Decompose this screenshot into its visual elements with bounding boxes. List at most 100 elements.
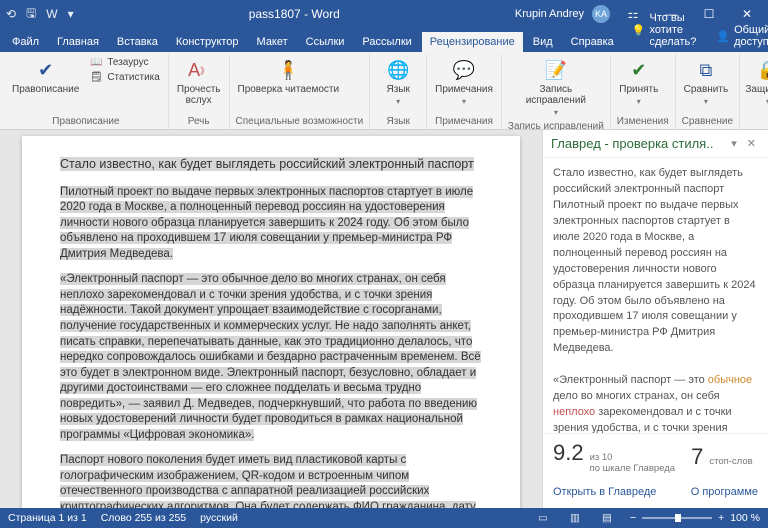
stats-icon: 🗒 <box>89 72 103 83</box>
track-changes-icon: 📝 <box>542 58 570 82</box>
autosave-icon[interactable]: ⟲ <box>6 7 16 21</box>
comment-icon: 💬 <box>450 58 478 82</box>
paragraph-1: Пилотный проект по выдаче первых электро… <box>60 185 482 263</box>
accept-button[interactable]: ✔ Принять <box>617 56 661 108</box>
compare-label: Сравнить <box>684 84 729 95</box>
tab-mailings[interactable]: Рассылки <box>354 32 419 52</box>
track-changes-button[interactable]: 📝 Запись исправлений <box>508 56 604 119</box>
tab-design[interactable]: Конструктор <box>168 32 247 52</box>
lightbulb-icon: 💡 <box>632 24 646 37</box>
group-language-label: Язык <box>376 114 420 129</box>
document-area[interactable]: Стало известно, как будет выглядеть росс… <box>0 130 542 508</box>
zoom-in-button[interactable]: + <box>718 512 724 524</box>
avatar[interactable]: KA <box>592 5 610 23</box>
tab-references[interactable]: Ссылки <box>298 32 353 52</box>
paragraph-3: Паспорт нового поколения будет иметь вид… <box>60 453 482 508</box>
view-print-icon[interactable]: ▥ <box>566 512 584 524</box>
view-read-icon[interactable]: ▭ <box>534 512 552 524</box>
share-icon: 👤 <box>716 30 730 43</box>
ribbon: ✔ Правописание 📖 Тезаурус 🗒Статистика Пра… <box>0 52 768 130</box>
pane-score: 9.2 из 10по шкале Главреда 7 стоп-слов <box>543 433 768 480</box>
accept-label: Принять <box>619 84 658 95</box>
group-proofing-label: Правописание <box>10 114 162 129</box>
group-speech: A》 Прочесть вслух Речь <box>169 54 230 129</box>
status-language[interactable]: русский <box>200 512 238 524</box>
accept-icon: ✔ <box>625 58 653 82</box>
accessibility-button[interactable]: 🧍 Проверка читаемости <box>236 56 342 97</box>
pane-text-2a: «Электронный паспорт — это <box>553 374 708 386</box>
status-words[interactable]: Слово 255 из 255 <box>101 512 186 524</box>
language-button[interactable]: 🌐 Язык <box>376 56 420 108</box>
qat-more-icon[interactable]: ▾ <box>68 7 74 21</box>
score-max: из 10 <box>590 452 613 463</box>
protect-button[interactable]: 🔒 Защитить <box>746 56 768 108</box>
group-comments-label: Примечания <box>433 114 495 129</box>
about-link[interactable]: О программе <box>691 486 758 498</box>
page[interactable]: Стало известно, как будет выглядеть росс… <box>22 136 520 508</box>
zoom-value[interactable]: 100 % <box>730 512 760 524</box>
spellcheck-label: Правописание <box>12 84 79 95</box>
comments-button[interactable]: 💬 Примечания <box>433 56 495 108</box>
track-changes-label: Запись исправлений <box>510 84 602 106</box>
zoom-slider[interactable] <box>642 517 712 519</box>
accessibility-label: Проверка читаемости <box>238 84 340 95</box>
tab-review[interactable]: Рецензирование <box>422 32 523 52</box>
compare-button[interactable]: ⧉ Сравнить <box>682 56 731 108</box>
stopwords-label: стоп-слов <box>709 457 752 467</box>
group-tracking: 📝 Запись исправлений Запись исправлений <box>502 54 611 129</box>
view-web-icon[interactable]: ▤ <box>598 512 616 524</box>
read-aloud-label: Прочесть вслух <box>177 84 221 106</box>
group-proofing: ✔ Правописание 📖 Тезаурус 🗒Статистика Пра… <box>4 54 169 129</box>
group-changes-label: Изменения <box>617 114 669 129</box>
user-name[interactable]: Krupin Andrey <box>515 8 584 20</box>
word-count-button[interactable]: 🗒Статистика <box>87 71 162 84</box>
group-accessibility-label: Специальные возможности <box>236 114 364 129</box>
group-speech-label: Речь <box>175 114 223 129</box>
thesaurus-button[interactable]: 📖 Тезаурус <box>87 56 162 69</box>
pane-highlight-2[interactable]: неплохо <box>553 406 595 418</box>
tab-layout[interactable]: Макет <box>249 32 296 52</box>
spellcheck-icon: ✔ <box>32 58 60 82</box>
read-aloud-button[interactable]: A》 Прочесть вслух <box>175 56 223 108</box>
pane-dropdown-icon[interactable]: ▾ <box>725 137 743 150</box>
tab-view[interactable]: Вид <box>525 32 561 52</box>
paragraph-2: «Электронный паспорт — это обычное дело … <box>60 272 482 443</box>
window-title: pass1807 - Word <box>82 7 507 21</box>
share-button[interactable]: 👤Общий доступ <box>708 20 768 52</box>
group-protect: 🔒 Защитить 🖊 Рукописный ввод <box>740 54 768 129</box>
tab-home[interactable]: Главная <box>49 32 107 52</box>
close-button[interactable]: ✕ <box>732 7 762 21</box>
tell-me[interactable]: 💡Что вы хотите сделать? <box>624 8 705 52</box>
read-aloud-icon: A》 <box>185 58 213 82</box>
tab-help[interactable]: Справка <box>563 32 622 52</box>
ribbon-tabs: Файл Главная Вставка Конструктор Макет С… <box>0 28 768 52</box>
workspace: Стало известно, как будет выглядеть росс… <box>0 130 768 508</box>
pane-close-button[interactable]: ✕ <box>743 137 760 150</box>
open-in-glavred-link[interactable]: Открыть в Главреде <box>553 486 656 498</box>
zoom-control[interactable]: − + 100 % <box>630 512 760 524</box>
status-page[interactable]: Страница 1 из 1 <box>8 512 87 524</box>
group-compare: ⧉ Сравнить Сравнение <box>676 54 740 129</box>
group-changes: ✔ Принять Изменения <box>611 54 676 129</box>
group-comments: 💬 Примечания Примечания <box>427 54 502 129</box>
pane-body[interactable]: Стало известно, как будет выглядеть росс… <box>543 158 768 433</box>
pane-text-1: Стало известно, как будет выглядеть росс… <box>553 167 756 354</box>
glavred-pane: Главред - проверка стиля.. ▾ ✕ Стало изв… <box>542 130 768 508</box>
pane-title: Главред - проверка стиля.. <box>551 136 725 151</box>
status-bar: Страница 1 из 1 Слово 255 из 255 русский… <box>0 508 768 528</box>
spellcheck-button[interactable]: ✔ Правописание <box>10 56 81 97</box>
compare-icon: ⧉ <box>692 58 720 82</box>
pane-text-2b: дело во многих странах, он себя <box>553 390 720 402</box>
thesaurus-icon: 📖 <box>89 57 103 68</box>
language-icon: 🌐 <box>384 58 412 82</box>
score-value: 9.2 <box>553 440 584 466</box>
pane-highlight-1[interactable]: обычное <box>708 374 752 386</box>
save-icon[interactable]: 🖫 <box>26 4 36 25</box>
word-icon: W <box>46 7 57 21</box>
doc-title: Стало известно, как будет выглядеть росс… <box>60 156 482 173</box>
thesaurus-label: Тезаурус <box>107 57 148 68</box>
tab-file[interactable]: Файл <box>4 32 47 52</box>
tab-insert[interactable]: Вставка <box>109 32 166 52</box>
zoom-out-button[interactable]: − <box>630 512 636 524</box>
score-scale: по шкале Главреда <box>590 463 675 474</box>
